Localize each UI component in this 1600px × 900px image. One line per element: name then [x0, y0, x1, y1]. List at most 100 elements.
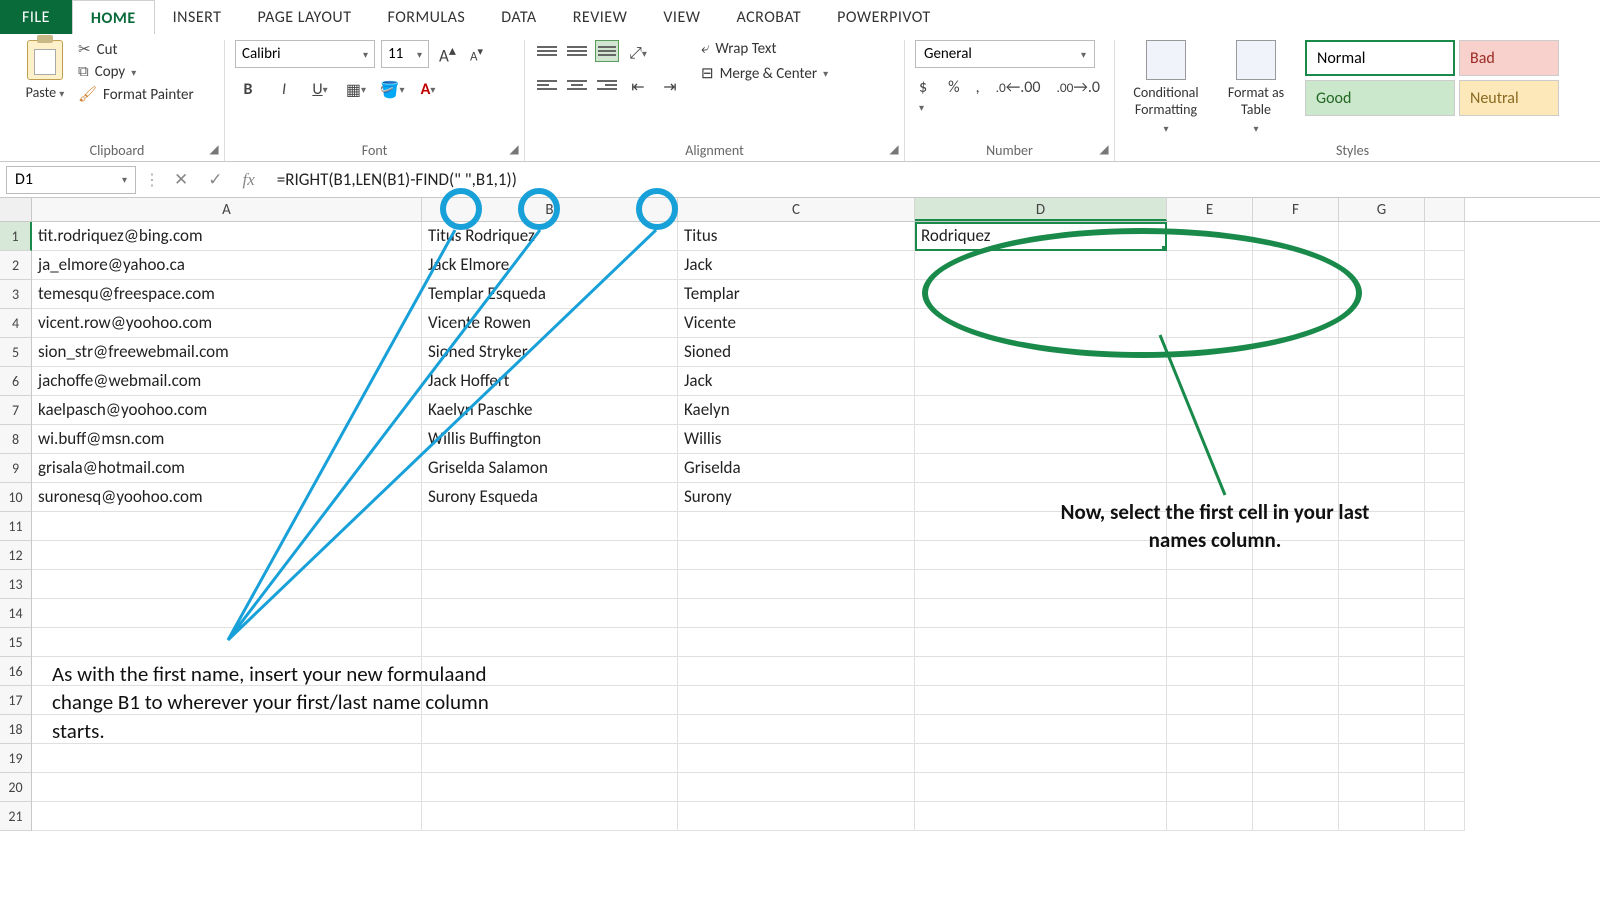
cell-C18[interactable] [678, 715, 915, 744]
cell-G21[interactable] [1339, 802, 1425, 831]
cell-A3[interactable]: temesqu@freespace.com [32, 280, 422, 309]
cell-C14[interactable] [678, 599, 915, 628]
row-header-12[interactable]: 12 [0, 541, 32, 570]
cell-B5[interactable]: Sioned Stryker [422, 338, 678, 367]
col-header-E[interactable]: E [1167, 198, 1253, 221]
cell-D18[interactable] [915, 715, 1167, 744]
cell-D3[interactable] [915, 280, 1167, 309]
cell-E2[interactable] [1167, 251, 1253, 280]
accounting-format-button[interactable]: $ ▾ [915, 76, 936, 118]
wrap-text-button[interactable]: ⤶Wrap Text [701, 40, 828, 58]
cell-C11[interactable] [678, 512, 915, 541]
bold-button[interactable]: B [235, 77, 261, 103]
cell-C5[interactable]: Sioned [678, 338, 915, 367]
cell-F15[interactable] [1253, 628, 1339, 657]
cell-G20[interactable] [1339, 773, 1425, 802]
cell-F1[interactable] [1253, 222, 1339, 251]
style-normal[interactable]: Normal [1305, 40, 1455, 76]
cell-F14[interactable] [1253, 599, 1339, 628]
cell-A11[interactable] [32, 512, 422, 541]
cell-B17[interactable] [422, 686, 678, 715]
cell-H5[interactable] [1425, 338, 1465, 367]
cell-D8[interactable] [915, 425, 1167, 454]
font-size-select[interactable]: 11▾ [381, 40, 429, 68]
row-header-18[interactable]: 18 [0, 715, 32, 744]
row-header-14[interactable]: 14 [0, 599, 32, 628]
cell-D9[interactable] [915, 454, 1167, 483]
cell-D13[interactable] [915, 570, 1167, 599]
cell-F21[interactable] [1253, 802, 1339, 831]
cell-F10[interactable] [1253, 483, 1339, 512]
cell-E6[interactable] [1167, 367, 1253, 396]
row-header-10[interactable]: 10 [0, 483, 32, 512]
cell-A15[interactable] [32, 628, 422, 657]
cell-A2[interactable]: ja_elmore@yahoo.ca [32, 251, 422, 280]
increase-font-icon[interactable]: A▴ [435, 40, 460, 69]
cell-F6[interactable] [1253, 367, 1339, 396]
cell-A10[interactable]: suronesq@yoohoo.com [32, 483, 422, 512]
cell-G2[interactable] [1339, 251, 1425, 280]
cell-A8[interactable]: wi.buff@msn.com [32, 425, 422, 454]
cell-A18[interactable] [32, 715, 422, 744]
row-header-21[interactable]: 21 [0, 802, 32, 831]
cell-H18[interactable] [1425, 715, 1465, 744]
cell-A1[interactable]: tit.rodriquez@bing.com [32, 222, 422, 251]
col-header-A[interactable]: A [32, 198, 422, 221]
cell-E7[interactable] [1167, 396, 1253, 425]
cell-C10[interactable]: Surony [678, 483, 915, 512]
align-middle-button[interactable] [565, 40, 589, 62]
col-header-D[interactable]: D [915, 198, 1167, 221]
cell-E13[interactable] [1167, 570, 1253, 599]
cell-H6[interactable] [1425, 367, 1465, 396]
cell-G7[interactable] [1339, 396, 1425, 425]
cell-H1[interactable] [1425, 222, 1465, 251]
cell-E12[interactable] [1167, 541, 1253, 570]
cell-A6[interactable]: jachoffe@webmail.com [32, 367, 422, 396]
align-left-button[interactable] [535, 74, 559, 96]
cell-B10[interactable]: Surony Esqueda [422, 483, 678, 512]
cell-D1[interactable]: Rodriquez [915, 222, 1167, 251]
cell-H13[interactable] [1425, 570, 1465, 599]
cell-H19[interactable] [1425, 744, 1465, 773]
increase-decimal-button[interactable]: .0←.00 [992, 76, 1045, 118]
cell-H11[interactable] [1425, 512, 1465, 541]
cell-B12[interactable] [422, 541, 678, 570]
style-bad[interactable]: Bad [1459, 40, 1559, 76]
cell-D10[interactable] [915, 483, 1167, 512]
cell-C20[interactable] [678, 773, 915, 802]
cell-G11[interactable] [1339, 512, 1425, 541]
select-all-corner[interactable] [0, 198, 32, 221]
row-header-11[interactable]: 11 [0, 512, 32, 541]
col-header-F[interactable]: F [1253, 198, 1339, 221]
copy-button[interactable]: ⧉Copy ▾ [78, 63, 194, 81]
cell-D6[interactable] [915, 367, 1167, 396]
cell-E5[interactable] [1167, 338, 1253, 367]
cell-G15[interactable] [1339, 628, 1425, 657]
cell-G13[interactable] [1339, 570, 1425, 599]
cell-G6[interactable] [1339, 367, 1425, 396]
cell-E9[interactable] [1167, 454, 1253, 483]
cell-C21[interactable] [678, 802, 915, 831]
fx-button[interactable]: fx [237, 170, 261, 190]
decrease-indent-button[interactable]: ⇤ [625, 74, 651, 100]
row-header-15[interactable]: 15 [0, 628, 32, 657]
cell-A21[interactable] [32, 802, 422, 831]
row-header-16[interactable]: 16 [0, 657, 32, 686]
cell-H10[interactable] [1425, 483, 1465, 512]
cell-H8[interactable] [1425, 425, 1465, 454]
increase-indent-button[interactable]: ⇥ [657, 74, 683, 100]
formula-input[interactable]: =RIGHT(B1,LEN(B1)-FIND(" ",B1,1)) [269, 166, 1594, 194]
cell-F11[interactable] [1253, 512, 1339, 541]
cell-C6[interactable]: Jack [678, 367, 915, 396]
cell-D2[interactable] [915, 251, 1167, 280]
comma-button[interactable]: , [972, 76, 984, 118]
cell-E3[interactable] [1167, 280, 1253, 309]
cell-D20[interactable] [915, 773, 1167, 802]
cell-D19[interactable] [915, 744, 1167, 773]
cell-E21[interactable] [1167, 802, 1253, 831]
format-painter-button[interactable]: 🖌Format Painter [78, 85, 194, 104]
cell-G4[interactable] [1339, 309, 1425, 338]
cell-B21[interactable] [422, 802, 678, 831]
cell-C12[interactable] [678, 541, 915, 570]
cell-F12[interactable] [1253, 541, 1339, 570]
